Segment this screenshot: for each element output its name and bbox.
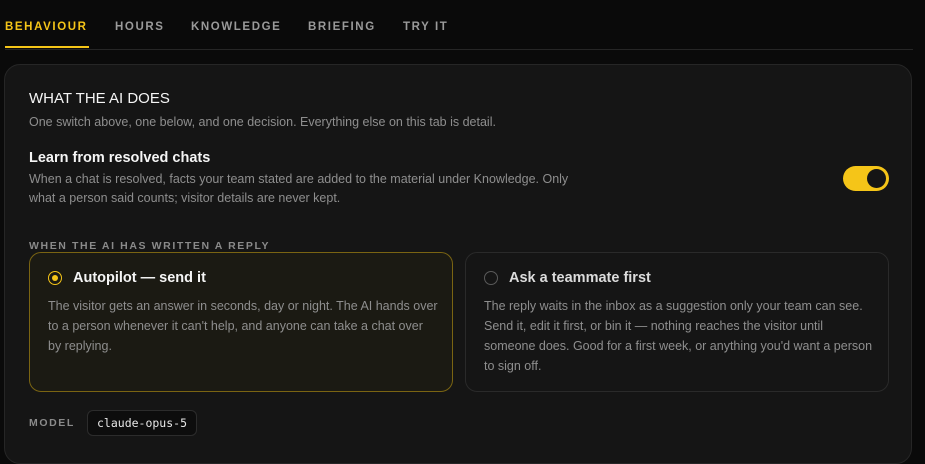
option-autopilot-description: The visitor gets an answer in seconds, d… — [48, 299, 438, 353]
tab-try-it[interactable]: TRY IT — [403, 21, 448, 33]
tab-bar: BEHAVIOUR HOURS KNOWLEDGE BRIEFING TRY I… — [5, 0, 913, 50]
active-tab-indicator — [5, 46, 89, 48]
tab-briefing[interactable]: BRIEFING — [308, 21, 376, 33]
option-autopilot-title: Autopilot — send it — [73, 270, 206, 286]
section-subtitle: One switch above, one below, and one dec… — [29, 115, 496, 129]
tab-hours[interactable]: HOURS — [115, 21, 165, 33]
option-ask-teammate[interactable]: Ask a teammate first The reply waits in … — [465, 252, 889, 392]
model-selector[interactable]: claude-opus-5 — [87, 410, 198, 436]
option-ask-teammate-description: The reply waits in the inbox as a sugges… — [484, 299, 873, 373]
option-autopilot[interactable]: Autopilot — send it The visitor gets an … — [29, 252, 453, 392]
radio-dot — [51, 274, 58, 281]
reply-mode-label: WHEN THE AI HAS WRITTEN A REPLY — [29, 240, 271, 252]
section-title: WHAT THE AI DOES — [29, 90, 170, 107]
behaviour-card: WHAT THE AI DOES One switch above, one b… — [4, 64, 912, 464]
option-ask-teammate-title: Ask a teammate first — [509, 270, 651, 286]
radio-unchecked-icon[interactable] — [484, 271, 498, 285]
model-label: MODEL — [29, 417, 75, 429]
tab-behaviour[interactable]: BEHAVIOUR — [5, 21, 88, 33]
radio-checked-icon[interactable] — [48, 271, 62, 285]
learn-setting-title: Learn from resolved chats — [29, 150, 211, 166]
tab-knowledge[interactable]: KNOWLEDGE — [191, 21, 281, 33]
toggle-knob — [867, 169, 886, 188]
learn-setting-description: When a chat is resolved, facts your team… — [29, 172, 569, 205]
learn-toggle[interactable] — [843, 166, 889, 191]
